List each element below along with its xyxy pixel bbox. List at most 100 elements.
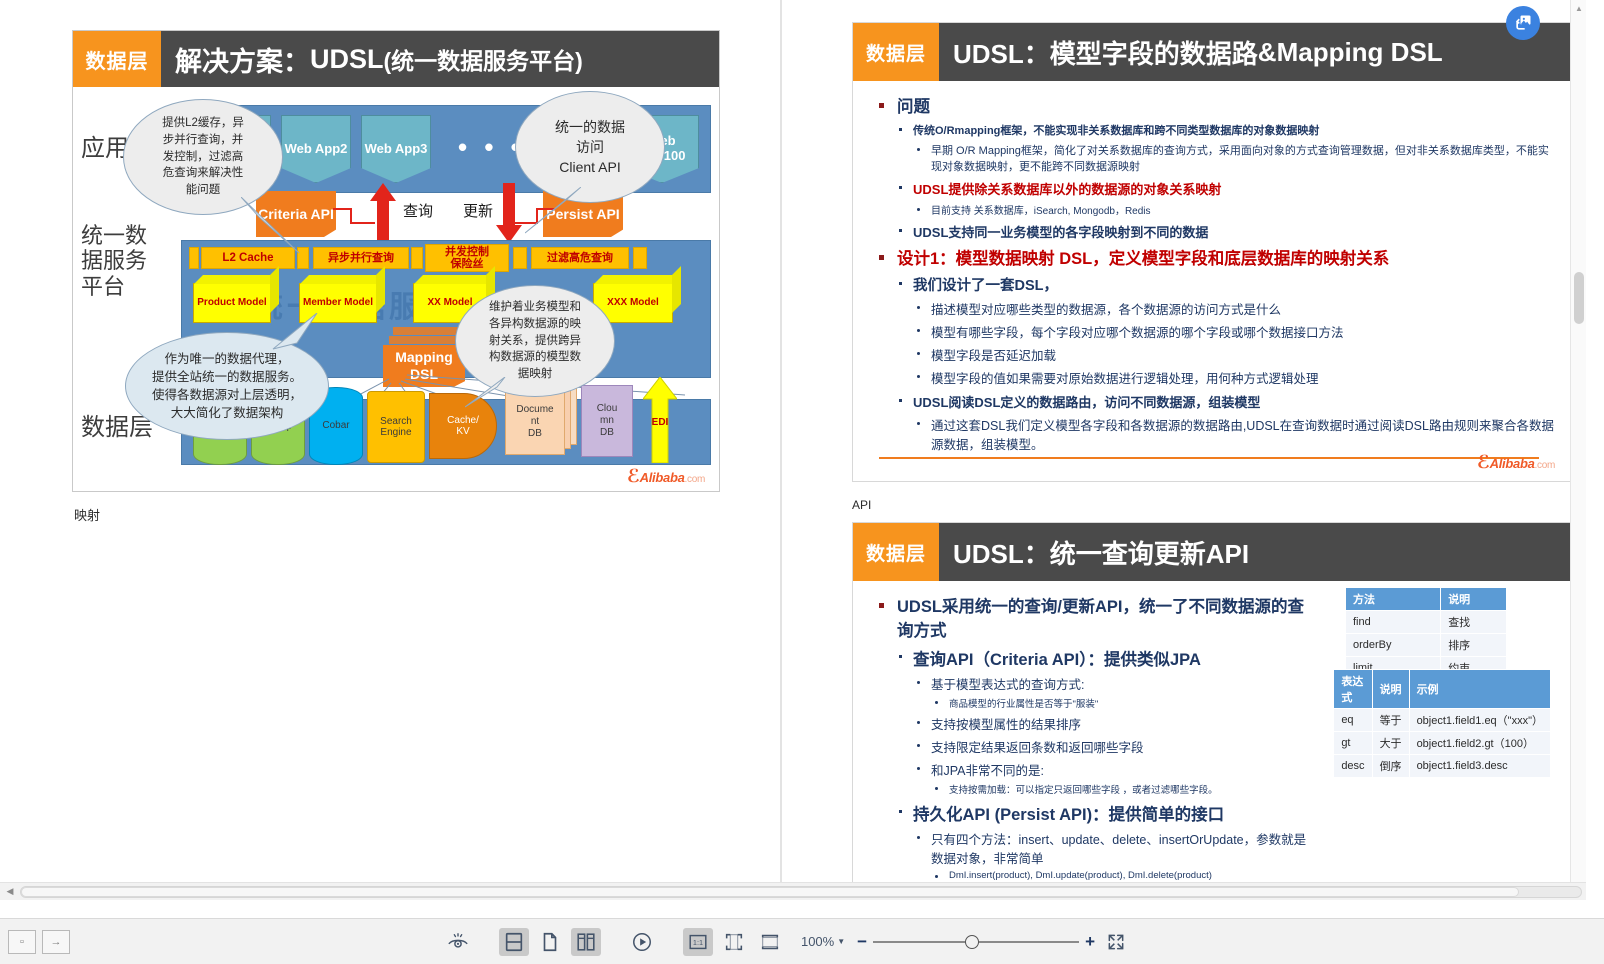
- slide1-title-en: UDSL: [310, 44, 384, 75]
- slide3-bullet-5: 支持限定结果返回条数和返回哪些字段: [911, 737, 1307, 756]
- slide2-bullet-5: UDSL支持同一业务模型的各字段映射到不同的数据: [893, 222, 1557, 241]
- slide3-bullet-10: DmI.insert(product), DmI.update(product)…: [929, 870, 1307, 881]
- slide2-bullet-11: 模型字段的值如果需要对原始数据进行逻辑处理，用何种方式逻辑处理: [911, 368, 1557, 387]
- update-arrow-label: 更新: [463, 200, 493, 221]
- actual-size-button[interactable]: 1:1: [683, 928, 713, 956]
- slide2-bullet-13: 通过这套DSL我们定义模型各字段和各数据源的数据路由,UDSL在查询数据时通过阅…: [911, 415, 1557, 453]
- slide2-logo-com: .com: [1535, 460, 1555, 471]
- feature-spacer-3: [411, 247, 423, 269]
- continuous-scroll-button[interactable]: [499, 928, 529, 956]
- methods-table-header-row: 方法说明: [1346, 588, 1507, 611]
- feature-async-parallel-query: 异步并行查询: [313, 247, 409, 269]
- expression-table-cell-2-2: object1.field3.desc: [1409, 755, 1550, 778]
- slide2-title-rest: 模型字段的数据路: [1050, 34, 1258, 71]
- feature-spacer-5: [633, 247, 647, 269]
- slide3-title: UDSL：统一查询更新API: [939, 523, 1573, 581]
- slide1-logo-text: Alibaba: [640, 470, 685, 485]
- fullscreen-button[interactable]: [1101, 928, 1131, 956]
- zoom-in-button[interactable]: +: [1085, 932, 1095, 952]
- methods-table: 方法说明 find查找orderBy排序limit约束: [1345, 587, 1507, 680]
- expression-table-cell-1-0: gt: [1334, 732, 1372, 755]
- slide2-tag: 数据层: [853, 23, 939, 81]
- image-swap-fab[interactable]: [1506, 6, 1540, 40]
- right-page: 数据层 UDSL：模型字段的数据路&Mapping DSL 问题传统O/Rmap…: [782, 0, 1586, 900]
- horizontal-scroll-thumb[interactable]: [21, 887, 1519, 897]
- methods-table-cell-0-1: 查找: [1441, 611, 1507, 634]
- slide3-bullet-7: 支持按需加载：可以指定只返回哪些字段 ，或者过滤哪些字段。: [929, 782, 1307, 796]
- methods-table-cell-0-0: find: [1346, 611, 1441, 634]
- methods-table-cell-1-1: 排序: [1441, 634, 1507, 657]
- expression-table-cell-2-0: desc: [1334, 755, 1372, 778]
- expression-table-row: eq等于object1.field1.eq（"xxx"）: [1334, 709, 1551, 732]
- svg-text:1:1: 1:1: [693, 938, 703, 947]
- fit-page-button[interactable]: [719, 928, 749, 956]
- expression-table-cell-0-1: 等于: [1372, 709, 1409, 732]
- slide1-header: 数据层 解决方案： UDSL (统一数据服务平台): [73, 31, 719, 87]
- slide2-bullet-8: 描述模型对应哪些类型的数据源，各个数据源的访问方式是什么: [911, 299, 1557, 318]
- slide2-bullet-1: 传统O/Rmapping框架，不能实现非关系数据库和跨不同类型数据库的对象数据映…: [893, 122, 1557, 138]
- slide2-orange-rule: [879, 457, 1539, 459]
- eye-scan-icon: [447, 931, 469, 953]
- datasource-search-engine: Search Engine: [367, 391, 425, 463]
- expression-table-header-2: 示例: [1409, 670, 1550, 709]
- actual-size-icon: 1:1: [687, 931, 709, 953]
- presentation-button[interactable]: [627, 928, 657, 956]
- expression-table-row: desc倒序object1.field3.desc: [1334, 755, 1551, 778]
- sidebar-toggle-button[interactable]: ▫: [8, 930, 36, 954]
- image-swap-icon: [1513, 13, 1533, 33]
- datasource-document-db: Docume nt DB: [505, 389, 565, 455]
- callout-data-proxy-tail: [269, 313, 325, 353]
- single-page-button[interactable]: [535, 928, 565, 956]
- slide2-title-cn: UDSL：: [953, 34, 1050, 71]
- slide1-title-sub: (统一数据服务平台): [384, 42, 583, 76]
- slide1-tag: 数据层: [73, 31, 161, 87]
- expression-table-header-1: 说明: [1372, 670, 1409, 709]
- scroll-up-icon[interactable]: ▲: [1575, 4, 1583, 13]
- feature-spacer-4: [513, 247, 527, 269]
- slide3-bullet-3: 商品模型的行业属性是否等于"服装": [929, 696, 1307, 710]
- architecture-diagram: 应用层 统一数 据服务 平台 数据层 Web App1 Web App2 Web…: [73, 87, 719, 491]
- slide2-body: 问题传统O/Rmapping框架，不能实现非关系数据库和跨不同类型数据库的对象数…: [853, 81, 1573, 453]
- callout-mapping-tail: [465, 377, 511, 411]
- play-icon: [631, 931, 653, 953]
- slide-architecture: 数据层 解决方案： UDSL (统一数据服务平台) 应用层 统一数 据服务 平台…: [72, 30, 720, 492]
- methods-table-row: orderBy排序: [1346, 634, 1507, 657]
- expression-table-cell-0-0: eq: [1334, 709, 1372, 732]
- slide2-bullet-6: 设计1：模型数据映射 DSL，定义模型字段和底层数据库的映射关系: [873, 245, 1557, 269]
- methods-table-header-0: 方法: [1346, 588, 1441, 611]
- scroll-left-icon[interactable]: ◀: [0, 886, 20, 897]
- bottom-toolbar: ▫ →: [0, 918, 1604, 964]
- horizontal-scroll-track[interactable]: [20, 886, 1582, 898]
- zoom-level-value: 100%: [801, 934, 834, 949]
- slide3-body: UDSL采用统一的查询/更新API，统一了不同数据源的查询方式查询API（Cri…: [853, 581, 1323, 895]
- pdf-viewer-window: 数据层 解决方案： UDSL (统一数据服务平台) 应用层 统一数 据服务 平台…: [0, 0, 1604, 964]
- view-mode-button[interactable]: [443, 928, 473, 956]
- expression-table-body: eq等于object1.field1.eq（"xxx"）gt大于object1.…: [1334, 709, 1551, 778]
- slide3-bullet-1: 查询API（Criteria API）：提供类似JPA: [893, 646, 1307, 670]
- horizontal-scrollbar[interactable]: ◀: [0, 882, 1586, 900]
- expression-table-cell-1-2: object1.field2.gt（100）: [1409, 732, 1550, 755]
- zoom-out-button[interactable]: −: [857, 932, 867, 952]
- layer-label-platform: 统一数 据服务 平台: [81, 224, 147, 300]
- slide2-bullet-2: 早期 O/R Mapping框架，简化了对关系数据库的查询方式，采用面向对象的方…: [911, 142, 1557, 174]
- continuous-page-icon: [503, 931, 525, 953]
- slide1-title-cn: 解决方案：: [175, 40, 310, 79]
- zoom-slider-knob[interactable]: [965, 935, 979, 949]
- vertical-scrollbar[interactable]: ▲ ▼: [1570, 0, 1586, 900]
- model-product: Product Model: [193, 283, 271, 323]
- zoom-level-dropdown[interactable]: 100% ▼: [801, 934, 845, 949]
- next-pane-button[interactable]: →: [42, 930, 70, 954]
- zoom-slider[interactable]: [873, 935, 1079, 949]
- slide2-bullet-list: 问题传统O/Rmapping框架，不能实现非关系数据库和跨不同类型数据库的对象数…: [873, 93, 1557, 453]
- feature-filter-risky-query: 过滤高危查询: [531, 247, 629, 269]
- slide2-header: 数据层 UDSL：模型字段的数据路&Mapping DSL: [853, 23, 1573, 81]
- slide2-alibaba-logo: ℰAlibaba.com: [1477, 452, 1555, 473]
- slide2-title: UDSL：模型字段的数据路&Mapping DSL: [939, 23, 1573, 81]
- fit-width-button[interactable]: [755, 928, 785, 956]
- two-page-button[interactable]: [571, 928, 601, 956]
- slide1-alibaba-logo: ℰAlibaba.com: [627, 466, 705, 487]
- datasource-edi-label: EDI: [645, 417, 675, 428]
- vertical-scroll-thumb[interactable]: [1574, 272, 1584, 324]
- document-canvas: 数据层 解决方案： UDSL (统一数据服务平台) 应用层 统一数 据服务 平台…: [0, 0, 1586, 900]
- expression-table-cell-0-2: object1.field1.eq（"xxx"）: [1409, 709, 1550, 732]
